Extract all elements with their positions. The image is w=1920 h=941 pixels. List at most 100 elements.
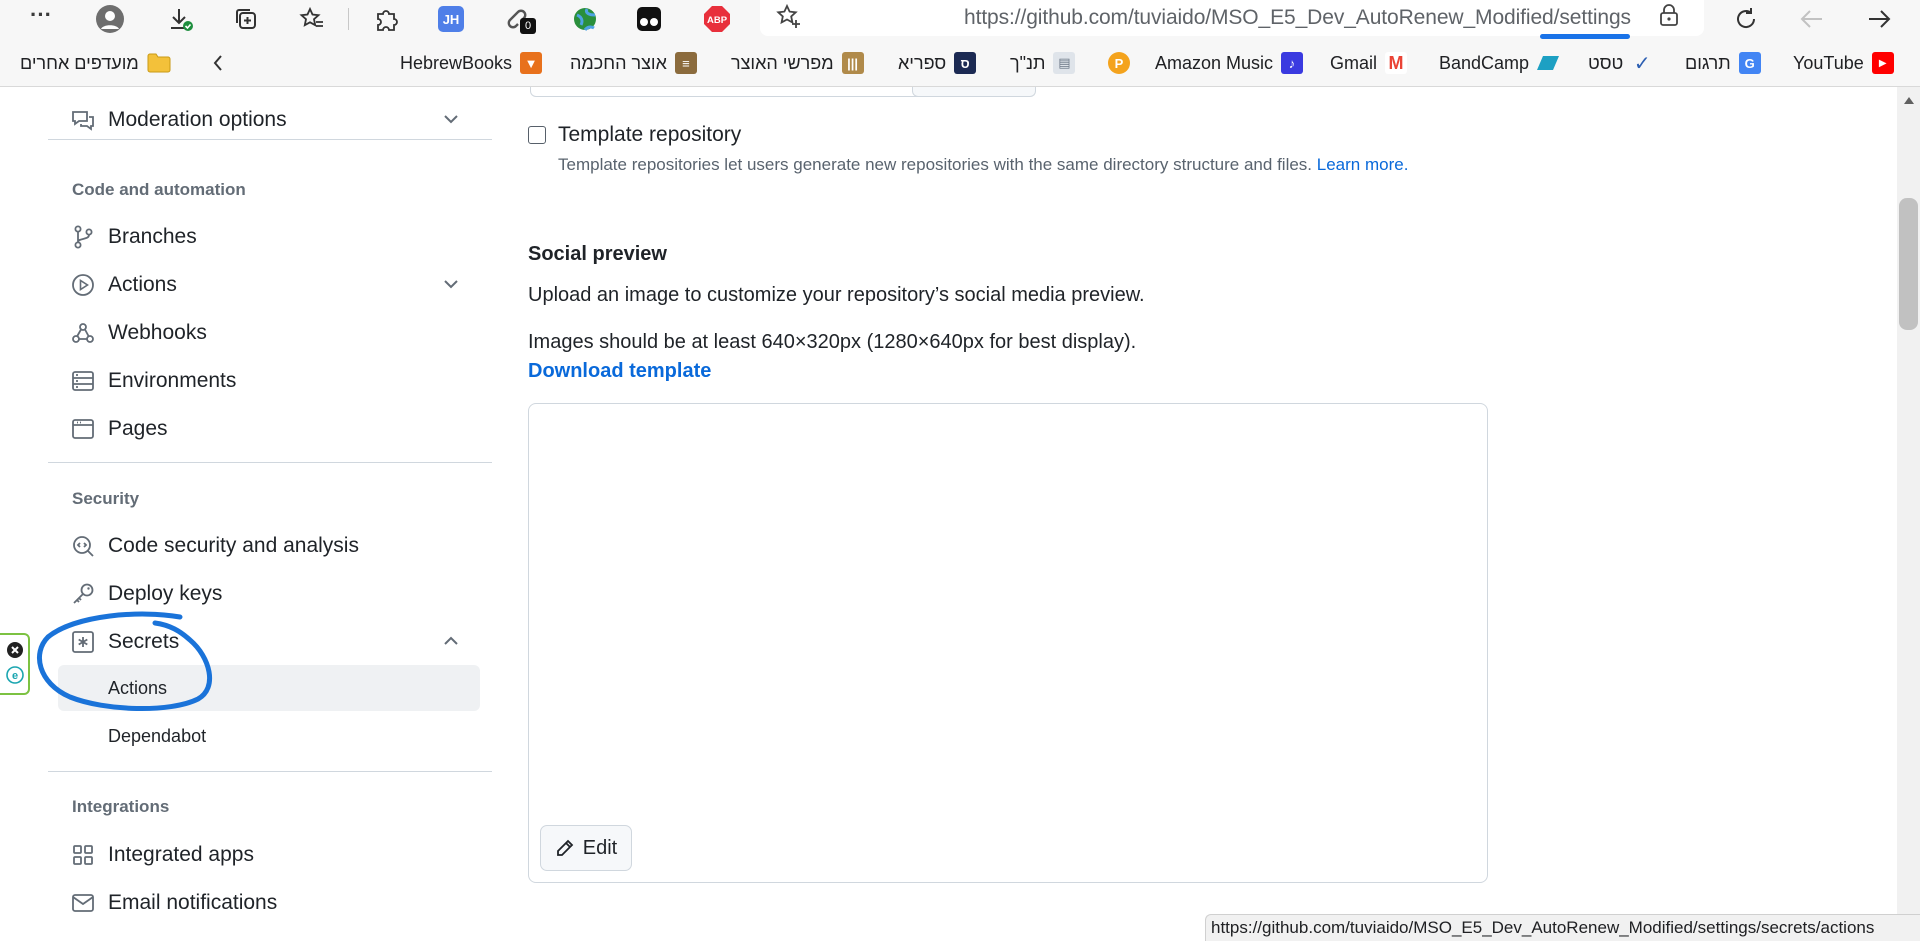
add-favorite-button[interactable] [772,2,806,32]
downloads-button[interactable] [164,4,198,34]
more-menu-button[interactable]: ··· [24,0,58,30]
image-requirements-text: Images should be at least 640×320px (128… [528,331,1137,353]
bookmark-hebrewbooks[interactable]: HebrewBooks ▼ [400,50,543,76]
sidebar-heading-security: Security [72,489,140,508]
sidebar-item-label: Email notifications [108,891,278,914]
hebrewbooks-icon: ▼ [520,52,543,74]
chevron-down-icon [442,275,460,293]
sidebar-divider [48,462,492,463]
server-icon [70,368,96,394]
bookmark-tanach[interactable]: תנ"ך ▤ [1010,50,1076,76]
sidebar-item-moderation[interactable]: Moderation options [58,100,478,140]
star-add-icon [776,3,800,28]
download-template-link[interactable]: Download template [528,360,711,383]
sidebar-item-environments[interactable]: Environments [58,361,478,401]
sidebar-item-integrated-apps[interactable]: Integrated apps [58,835,478,875]
refresh-icon [1737,8,1756,28]
sidebar-item-email-notifications[interactable]: Email notifications [58,883,478,923]
bookmark-test[interactable]: טסט ✓ [1588,50,1653,76]
back-button[interactable] [1795,4,1829,34]
sidebar-item-label: Webhooks [108,321,207,344]
bookmark-otzar-hachochma[interactable]: אוצר החכמה ≡ [570,50,697,76]
sidebar-item-code-security[interactable]: Code security and analysis [58,526,478,566]
jh-extension-button[interactable]: JH [434,4,468,34]
chevron-up-icon [442,632,460,650]
sidebar-item-label: Actions [108,273,177,296]
bookmark-unnamed[interactable]: P [1108,50,1130,76]
forward-button[interactable] [1862,4,1896,34]
sidebar-item-webhooks[interactable]: Webhooks [58,313,478,353]
extensions-button[interactable] [369,4,403,34]
gmail-icon: M [1385,52,1408,74]
favorites-overflow-button[interactable] [210,50,226,76]
apps-grid-icon [70,842,96,868]
sidebar-item-branches[interactable]: Branches [58,217,478,257]
bookmark-label: Gmail [1330,52,1378,73]
extension-e-icon[interactable]: e [6,666,24,684]
bookmark-amazon-music[interactable]: Amazon Music ♪ [1155,50,1304,76]
sidebar-divider [48,771,492,772]
globe-icon [574,8,596,31]
chevron-left-icon [213,55,222,71]
sidebar-subitem-secrets-dependabot[interactable]: Dependabot [58,713,480,759]
git-branch-icon [70,224,96,250]
download-icon [171,9,193,31]
sidebar-item-pages[interactable]: Pages [58,409,478,449]
scroll-up-arrow-icon[interactable] [1904,97,1914,104]
adblock-plus-button[interactable]: ABP [700,4,734,34]
link-extension-button[interactable]: 0 [502,4,536,34]
sefaria-icon: ס [954,52,977,74]
svg-text:ABP: ABP [707,15,728,26]
other-favorites-folder[interactable]: מועדפים אחרים [20,50,171,76]
youtube-icon: ▶ [1871,52,1894,74]
edit-social-preview-button[interactable]: Edit [540,825,632,871]
sidebar-item-actions[interactable]: Actions [58,265,478,305]
close-circle-icon[interactable] [6,641,24,659]
comment-discussion-icon [70,107,96,133]
webhook-icon [70,320,96,346]
site-lock-button[interactable] [1652,0,1686,30]
favorites-button[interactable] [295,4,329,34]
bookmark-label: טסט [1588,52,1624,73]
template-repository-title: Template repository [558,123,742,146]
collections-button[interactable] [229,4,263,34]
bookmark-translate[interactable]: תרגום G [1685,50,1761,76]
tampermonkey-extension-button[interactable] [632,4,666,34]
bookmark-bandcamp[interactable]: BandCamp [1439,50,1560,76]
globe-extension-button[interactable] [568,4,602,34]
browser-window-icon [70,416,96,442]
pencil-icon [556,839,574,856]
bookmark-gmail[interactable]: Gmail M [1330,50,1408,76]
profile-icon [96,5,124,33]
url-text: https://github.com/tuviaido/MSO_E5_Dev_A… [964,6,1631,29]
key-icon [70,581,96,607]
books-icon: ||| [841,52,864,74]
floating-extension-widget: e [0,633,30,695]
profile-avatar[interactable] [93,4,127,34]
bookmark-label: תנ"ך [1010,52,1046,73]
amazon-music-icon: ♪ [1281,52,1304,74]
browser-toolbar: ··· JH 0 ABP https://github.com/tuviaido… [0,0,1920,40]
edit-label: Edit [582,836,618,859]
address-bar[interactable]: https://github.com/tuviaido/MSO_E5_Dev_A… [760,0,1704,39]
sidebar-item-label: Moderation options [108,108,287,131]
bookmark-label: תרגום [1685,52,1731,73]
mail-icon [70,890,96,916]
loading-indicator [1540,34,1630,39]
bookmark-youtube[interactable]: YouTube ▶ [1793,50,1894,76]
bookmark-label: ספריא [898,52,947,73]
rename-button[interactable] [912,87,1036,97]
bookmark-label: BandCamp [1439,52,1530,73]
bookmark-mefarshei-haotzar[interactable]: מפרשי האוצר ||| [731,50,864,76]
jh-extension-icon: JH [438,6,464,32]
collections-icon [236,9,256,29]
template-description-text: Template repositories let users generate… [558,155,1313,174]
sidebar-item-label: Integrated apps [108,843,254,866]
learn-more-link[interactable]: Learn more. [1317,155,1409,174]
template-repository-checkbox[interactable] [528,126,546,144]
arrow-left-icon [1800,10,1822,28]
scrollbar-thumb[interactable] [1899,198,1918,330]
refresh-button[interactable] [1729,4,1763,34]
bookmark-sefaria[interactable]: ספריא ס [898,50,977,76]
chevron-down-icon [442,110,460,128]
